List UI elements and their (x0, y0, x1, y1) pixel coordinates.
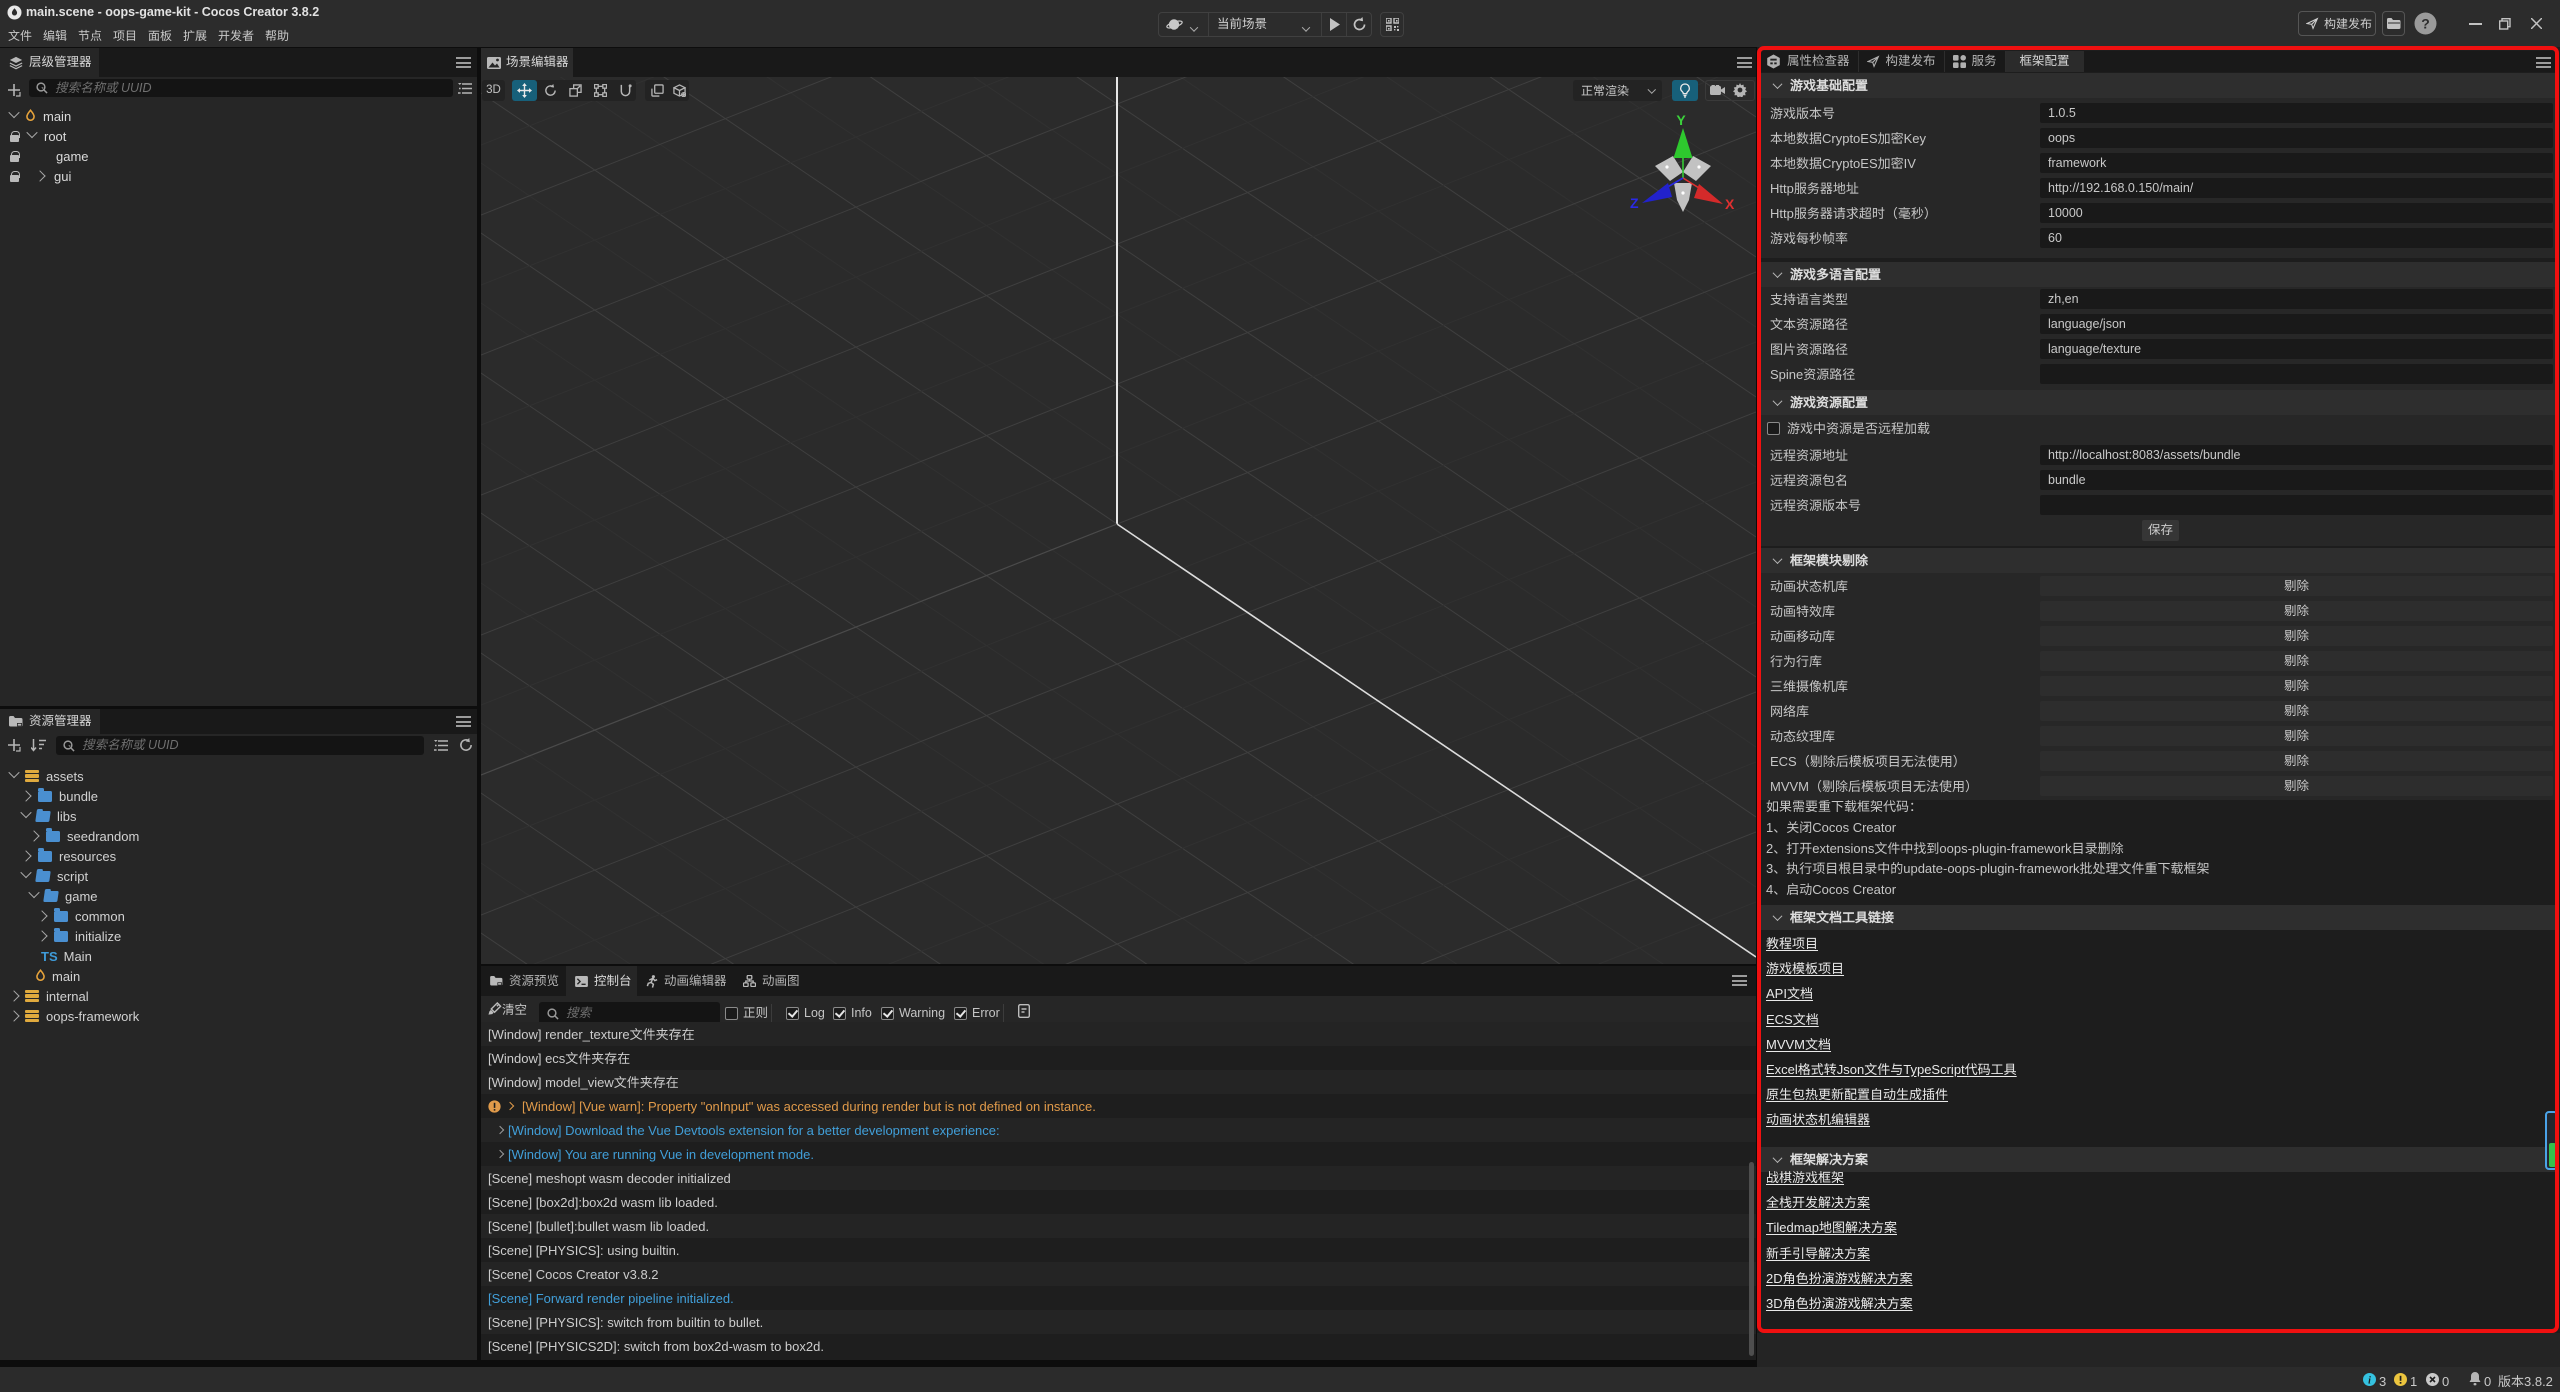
svg-text:Y: Y (1676, 112, 1686, 128)
svg-text:X: X (1725, 196, 1735, 212)
svg-text:Z: Z (1630, 195, 1639, 211)
svg-text:i: i (2368, 1375, 2371, 1386)
svg-text:?: ? (2421, 16, 2430, 32)
